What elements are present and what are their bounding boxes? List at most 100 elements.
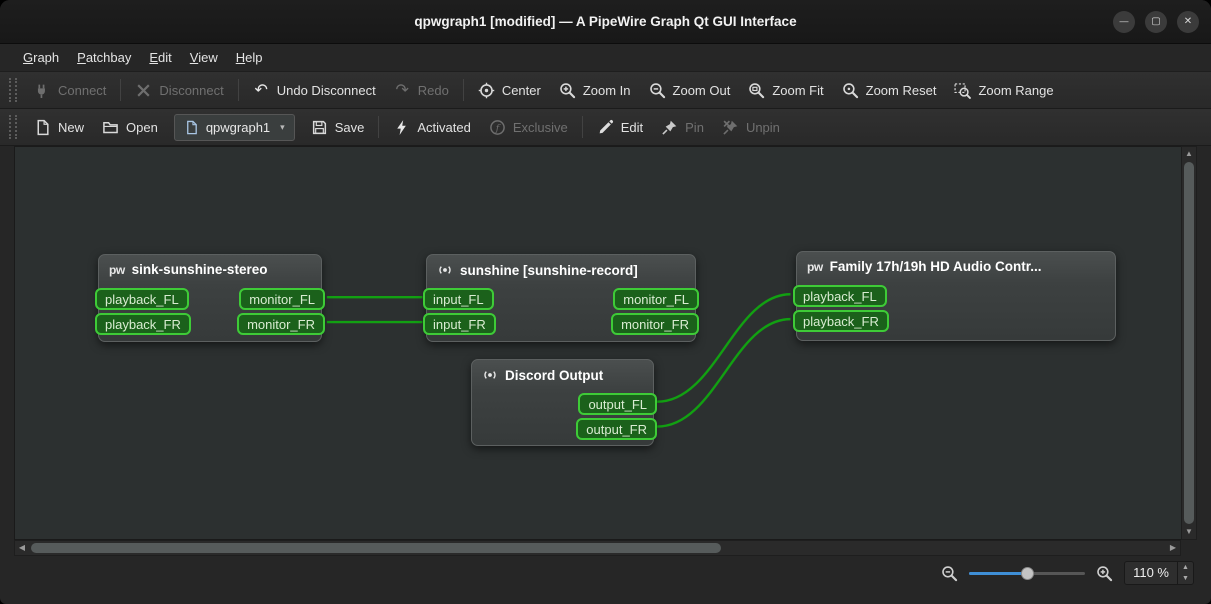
- toolbar-separator: [120, 79, 122, 101]
- node-discord-output[interactable]: Discord Output output_FL output_FR: [471, 359, 657, 446]
- scroll-up-arrow[interactable]: ▲: [1182, 147, 1196, 161]
- disconnect-button[interactable]: Disconnect: [126, 76, 232, 104]
- maximize-icon: ▢: [1151, 15, 1161, 27]
- unpin-label: Unpin: [745, 119, 780, 135]
- save-label: Save: [334, 119, 365, 135]
- statusbar: 110 % ▲ ▼: [0, 556, 1211, 590]
- window-controls: — ▢ ✕: [1113, 0, 1199, 43]
- menu-edit[interactable]: Edit: [140, 44, 180, 71]
- toolbar-separator: [237, 79, 239, 101]
- vertical-scrollbar[interactable]: ▲ ▼: [1181, 146, 1197, 540]
- minimize-button[interactable]: —: [1113, 10, 1135, 33]
- disconnect-label: Disconnect: [159, 82, 224, 98]
- port-playback_FL[interactable]: playback_FL: [793, 285, 887, 307]
- node-title-text: sunshine [sunshine-record]: [460, 262, 638, 278]
- toolbar-separator: [462, 79, 464, 101]
- horizontal-scrollbar[interactable]: ◀ ▶: [14, 540, 1181, 556]
- activated-bolt-icon: [397, 119, 407, 135]
- port-output_FR[interactable]: output_FR: [576, 418, 657, 440]
- close-button[interactable]: ✕: [1177, 10, 1199, 33]
- port-playback_FL[interactable]: playback_FL: [95, 288, 189, 310]
- maximize-button[interactable]: ▢: [1145, 10, 1167, 33]
- audio-node-icon: [484, 371, 496, 379]
- spin-down-arrow[interactable]: ▼: [1178, 573, 1193, 584]
- scroll-right-arrow[interactable]: ▶: [1166, 541, 1180, 555]
- node-sink-sunshine-stereo[interactable]: pw sink-sunshine-stereo playback_FL play…: [95, 254, 325, 342]
- port-monitor_FL[interactable]: monitor_FL: [239, 288, 325, 310]
- zoom-spinbox[interactable]: 110 % ▲ ▼: [1124, 561, 1194, 585]
- menu-graph[interactable]: Graph: [14, 44, 68, 71]
- zoom-in-small-icon[interactable]: [1096, 565, 1113, 582]
- node-sunshine-record[interactable]: sunshine [sunshine-record] input_FL inpu…: [423, 254, 699, 342]
- port-input_FL[interactable]: input_FL: [423, 288, 494, 310]
- scrollbar-corner: [1181, 540, 1197, 556]
- zoom-range-button[interactable]: Zoom Range: [945, 76, 1062, 104]
- toolbar-graph: Connect Disconnect ↶ Undo Disconnect ↷ R…: [0, 72, 1211, 109]
- zoom-fit-button[interactable]: Zoom Fit: [739, 76, 832, 104]
- titlebar[interactable]: qpwgraph1 [modified] — A PipeWire Graph …: [0, 0, 1211, 44]
- zoom-value[interactable]: 110 %: [1125, 562, 1177, 584]
- node-title: sunshine [sunshine-record]: [427, 255, 695, 278]
- save-button[interactable]: Save: [302, 113, 374, 141]
- toolbar-drag-handle[interactable]: [9, 78, 17, 102]
- edit-button[interactable]: Edit: [588, 113, 652, 141]
- open-button[interactable]: Open: [93, 113, 167, 141]
- session-combo-value: qpwgraph1: [205, 119, 271, 135]
- center-button[interactable]: Center: [469, 76, 550, 104]
- minimize-icon: —: [1119, 16, 1129, 26]
- zoom-slider[interactable]: [969, 565, 1086, 582]
- zoom-reset-icon: [842, 82, 858, 98]
- node-title-text: sink-sunshine-stereo: [131, 262, 268, 277]
- activated-label: Activated: [417, 119, 471, 135]
- zoom-in-button[interactable]: Zoom In: [550, 76, 640, 104]
- port-monitor_FL[interactable]: monitor_FL: [613, 288, 699, 310]
- toolbar-drag-handle[interactable]: [9, 115, 17, 139]
- menu-view[interactable]: View: [181, 44, 227, 71]
- edit-pencil-icon: [599, 119, 613, 133]
- pipewire-icon: pw: [109, 262, 125, 277]
- close-icon: ✕: [1183, 15, 1193, 27]
- session-file-icon: [186, 120, 197, 134]
- menu-help[interactable]: Help: [227, 44, 272, 71]
- port-playback_FR[interactable]: playback_FR: [793, 310, 889, 332]
- horizontal-scrollbar-thumb[interactable]: [31, 543, 721, 553]
- exclusive-button[interactable]: f Exclusive: [480, 113, 577, 141]
- redo-button[interactable]: ↷ Redo: [385, 76, 458, 104]
- redo-icon: ↷: [395, 81, 409, 99]
- connect-button[interactable]: Connect: [25, 76, 115, 104]
- zoom-out-small-icon[interactable]: [941, 565, 958, 582]
- port-input_FR[interactable]: input_FR: [423, 313, 496, 335]
- port-monitor_FR[interactable]: monitor_FR: [237, 313, 325, 335]
- vertical-scrollbar-thumb[interactable]: [1184, 162, 1194, 524]
- port-output_FL[interactable]: output_FL: [578, 393, 657, 415]
- undo-icon: ↶: [254, 81, 268, 99]
- scroll-down-arrow[interactable]: ▼: [1182, 525, 1196, 539]
- spin-up-arrow[interactable]: ▲: [1178, 562, 1193, 573]
- zoom-out-label: Zoom Out: [672, 82, 731, 98]
- unpin-button[interactable]: Unpin: [713, 113, 789, 141]
- zoom-in-label: Zoom In: [582, 82, 631, 98]
- scroll-left-arrow[interactable]: ◀: [15, 541, 29, 555]
- session-combo[interactable]: qpwgraph1 ▾: [173, 113, 295, 141]
- menu-patchbay[interactable]: Patchbay: [68, 44, 140, 71]
- chevron-down-icon: ▾: [280, 121, 285, 132]
- zoom-out-button[interactable]: Zoom Out: [640, 76, 740, 104]
- new-file-icon: [37, 119, 49, 135]
- canvas-row: pw sink-sunshine-stereo playback_FL play…: [0, 146, 1211, 540]
- node-title-text: Family 17h/19h HD Audio Contr...: [829, 259, 1042, 274]
- port-playback_FR[interactable]: playback_FR: [95, 313, 191, 335]
- node-title-text: Discord Output: [505, 367, 604, 383]
- activated-button[interactable]: Activated: [384, 113, 479, 141]
- zoom-slider-handle[interactable]: [1021, 566, 1035, 580]
- open-label: Open: [126, 119, 158, 135]
- zoom-fit-icon: [749, 82, 765, 98]
- new-button[interactable]: New: [25, 113, 93, 141]
- port-monitor_FR[interactable]: monitor_FR: [611, 313, 699, 335]
- zoom-reset-button[interactable]: Zoom Reset: [833, 76, 946, 104]
- undo-disconnect-button[interactable]: ↶ Undo Disconnect: [244, 76, 385, 104]
- graph-canvas[interactable]: pw sink-sunshine-stereo playback_FL play…: [14, 146, 1181, 540]
- node-family-hd-audio[interactable]: pw Family 17h/19h HD Audio Contr... play…: [793, 251, 1116, 341]
- exclusive-icon: f: [489, 119, 505, 135]
- pin-button[interactable]: Pin: [652, 113, 713, 141]
- pin-icon: [662, 120, 677, 135]
